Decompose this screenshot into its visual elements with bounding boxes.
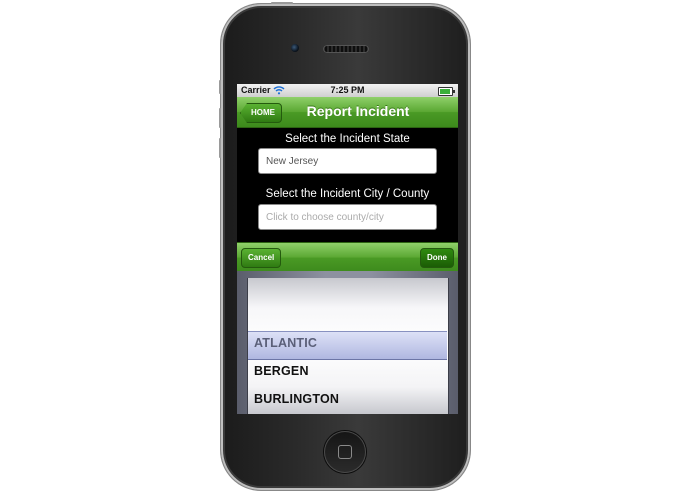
- earpiece-speaker: [323, 45, 369, 53]
- mute-switch: [219, 80, 221, 94]
- home-button-icon: [338, 445, 352, 459]
- front-camera: [291, 44, 299, 52]
- done-button[interactable]: Done: [420, 248, 454, 268]
- state-field[interactable]: [258, 148, 437, 174]
- status-time: 7:25 PM: [330, 85, 365, 95]
- picker-toolbar: Cancel Done: [237, 242, 458, 272]
- cancel-button[interactable]: Cancel: [241, 248, 282, 268]
- county-picker-wheel[interactable]: ATLANTIC BERGEN BURLINGTON: [247, 278, 449, 414]
- home-button[interactable]: [324, 431, 366, 473]
- picker-row[interactable]: BURLINGTON: [254, 392, 339, 406]
- phone-screen: Carrier 7:25 PM HOME Report Incident Sel…: [237, 84, 458, 414]
- battery-icon: [438, 87, 455, 96]
- volume-up-button: [219, 108, 221, 128]
- city-label: Select the Incident City / County: [265, 188, 430, 200]
- power-button: [271, 2, 293, 4]
- picker-row[interactable]: ATLANTIC: [254, 336, 317, 350]
- status-bar: Carrier 7:25 PM: [237, 84, 458, 97]
- navigation-bar: HOME Report Incident: [237, 97, 458, 128]
- picker-row[interactable]: BERGEN: [254, 364, 309, 378]
- page-title: Report Incident: [306, 103, 410, 119]
- city-field[interactable]: [258, 204, 437, 230]
- state-label: Select the Incident State: [285, 133, 410, 145]
- volume-down-button: [219, 138, 221, 158]
- picker-view: ATLANTIC BERGEN BURLINGTON: [237, 271, 458, 414]
- home-back-button[interactable]: HOME: [240, 103, 282, 123]
